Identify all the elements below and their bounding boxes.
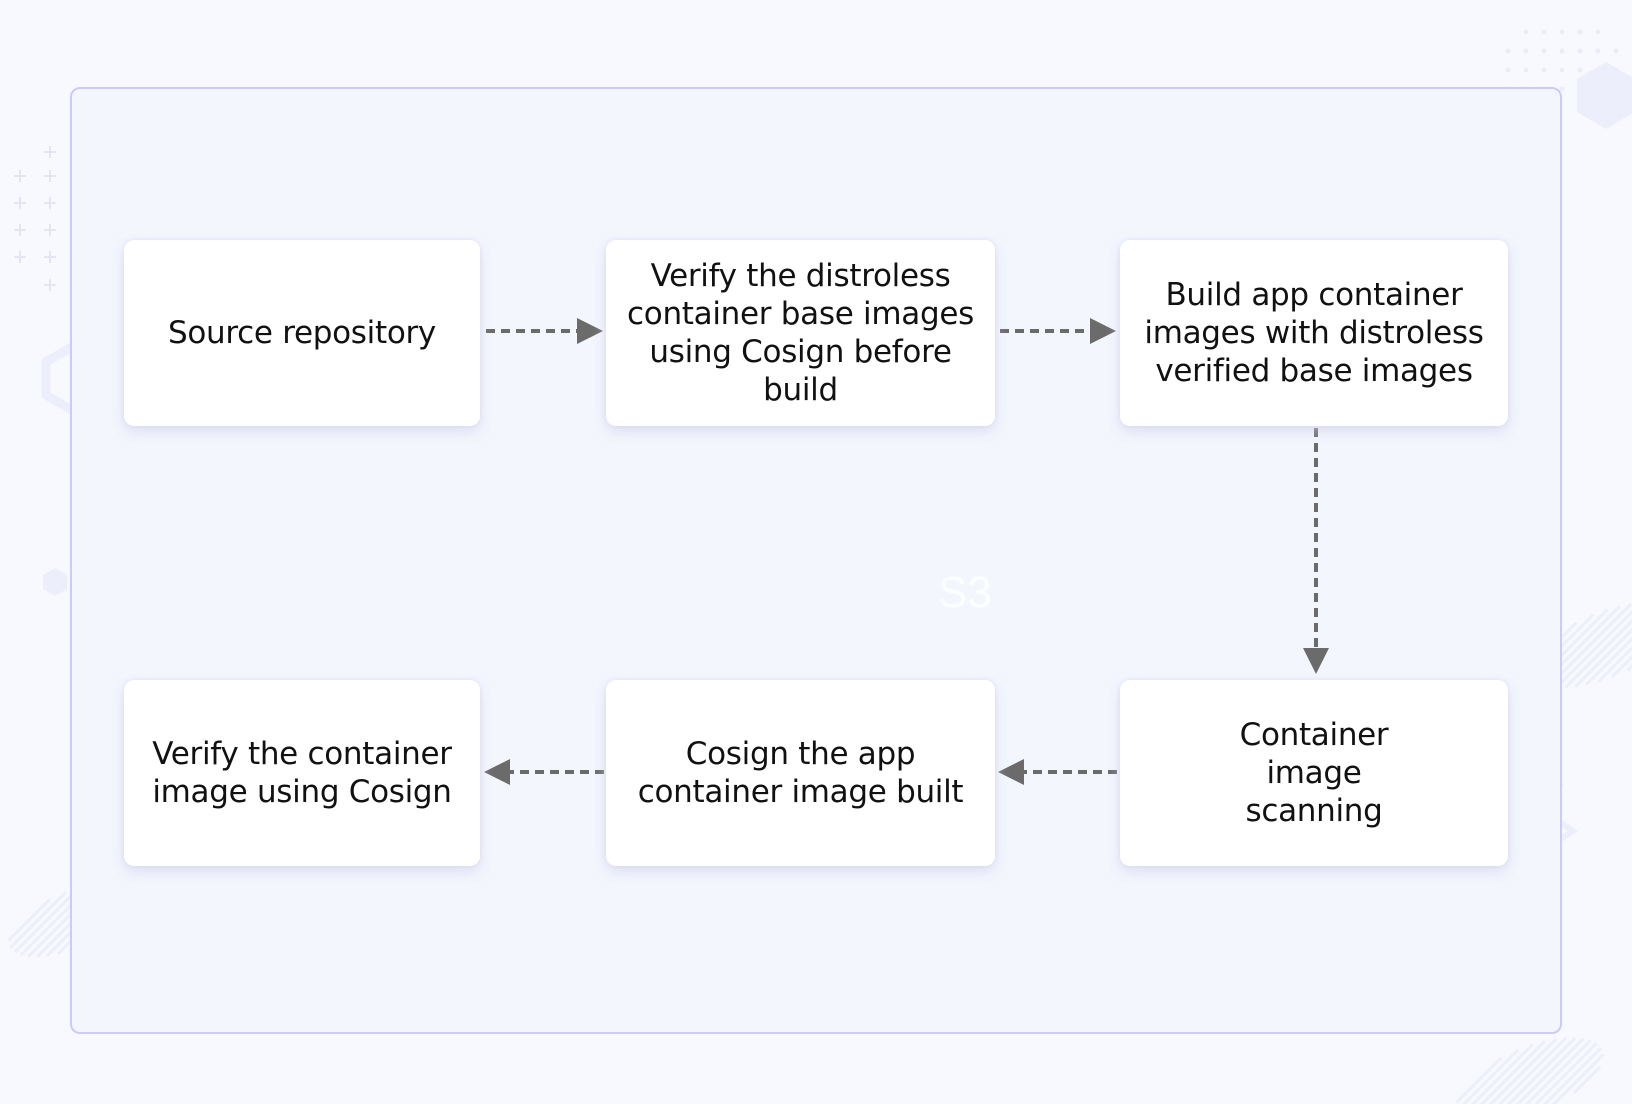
connectors xyxy=(484,318,1329,785)
node-label: Source repository xyxy=(168,315,436,351)
arrowhead-icon xyxy=(484,759,510,785)
node-label: Cosign the app container image built xyxy=(637,736,964,810)
arrowhead-icon xyxy=(1090,318,1116,344)
node-label: Verify the distroless container base ima… xyxy=(627,258,974,408)
arrowhead-icon xyxy=(1303,648,1329,674)
flow-node-verify-container-image: Verify the container image using Cosign xyxy=(124,680,480,866)
node-label: Container image scanning xyxy=(1239,717,1389,829)
flow-node-container-image-scanning: Container image scanning xyxy=(1120,680,1508,866)
arrowhead-icon xyxy=(577,318,603,344)
flow-node-source-repository: Source repository xyxy=(124,240,480,426)
node-label: Build app container images with distrole… xyxy=(1144,277,1484,389)
arrowhead-icon xyxy=(998,759,1024,785)
flow-node-verify-base-images: Verify the distroless container base ima… xyxy=(606,240,995,426)
flow-node-cosign-app-image: Cosign the app container image built xyxy=(606,680,995,866)
flow-node-build-app-images: Build app container images with distrole… xyxy=(1120,240,1508,426)
node-label: Verify the container image using Cosign xyxy=(152,736,452,810)
